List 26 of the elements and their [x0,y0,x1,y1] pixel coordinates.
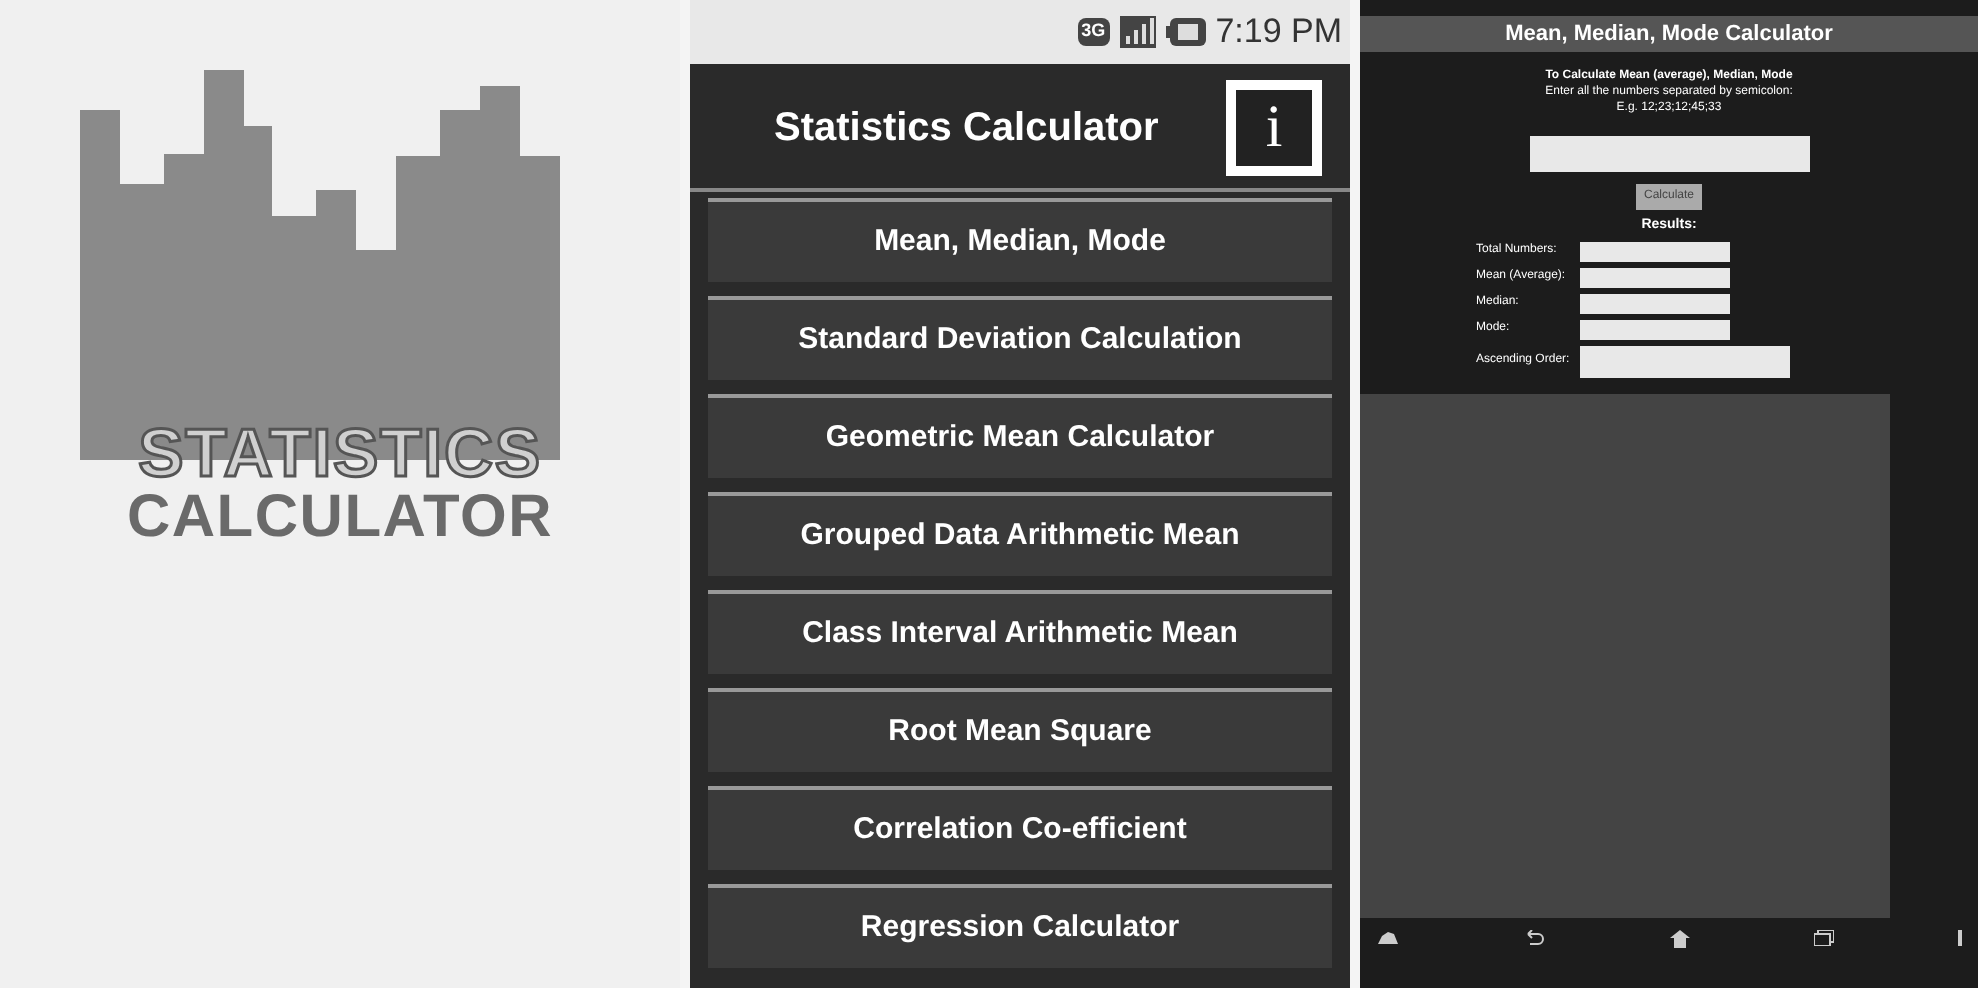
recent-apps-icon[interactable] [1813,930,1834,946]
result-field[interactable] [1580,267,1730,287]
menu-button[interactable]: Standard Deviation Calculation [708,296,1332,380]
home-icon[interactable] [1669,929,1689,947]
result-field[interactable] [1580,241,1730,261]
screen-title: Mean, Median, Mode Calculator [1360,16,1978,52]
menu-button[interactable]: Class Interval Arithmetic Mean [708,590,1332,674]
info-button[interactable]: i [1226,80,1322,176]
result-field[interactable] [1580,345,1790,377]
back-icon[interactable] [1524,930,1545,946]
menu-button[interactable]: Root Mean Square [708,688,1332,772]
menu-button[interactable]: Geometric Mean Calculator [708,394,1332,478]
menu-button[interactable]: Mean, Median, Mode [708,198,1332,282]
signal-icon [1119,16,1156,48]
result-field[interactable] [1580,319,1730,339]
number-input-field[interactable] [1529,136,1809,172]
home-cloud-icon[interactable] [1376,930,1400,946]
menu-button[interactable]: Grouped Data Arithmetic Mean [708,492,1332,576]
status-time: 7:19 PM [1215,10,1342,55]
logo-text: CALCULATOR [126,488,554,548]
menu-button[interactable]: Regression Calculator [708,884,1332,968]
menu-button[interactable]: Correlation Co-efficient [708,786,1332,870]
battery-icon [1165,18,1206,46]
network-badge: 3G [1077,18,1110,46]
result-field[interactable] [1580,293,1730,313]
app-title: Statistics Calculator [774,104,1159,154]
